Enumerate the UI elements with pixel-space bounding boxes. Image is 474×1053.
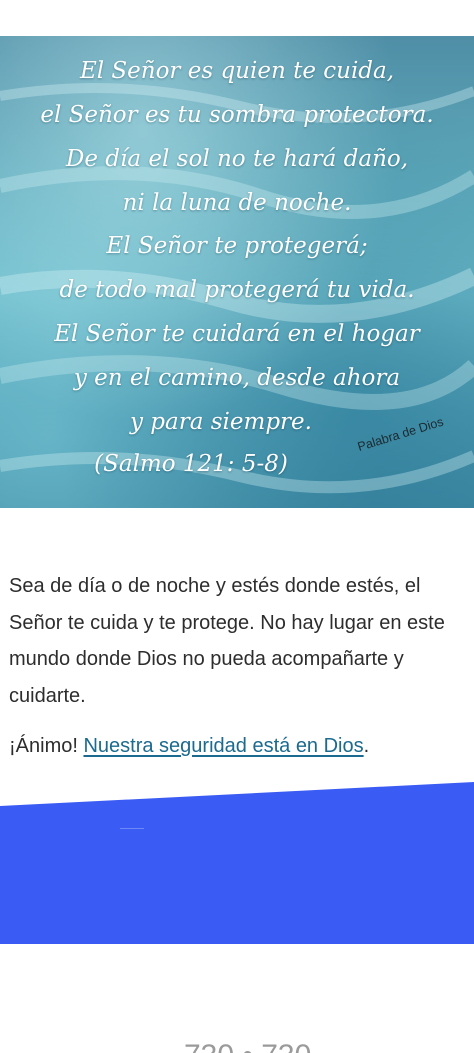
- verse-line-2: el Señor es tu sombra protectora.: [40, 102, 434, 128]
- blue-banner: [0, 782, 474, 944]
- verse-line-4: ni la luna de noche.: [122, 190, 352, 216]
- encouragement-suffix: .: [363, 735, 370, 757]
- verse-reference: (Salmo 121: 5-8): [94, 451, 288, 477]
- page-number-fragment: 730 • 730: [184, 1041, 334, 1053]
- verse-line-3: De día el sol no te hará daño,: [65, 146, 409, 172]
- verse-line-1: El Señor es quien te cuida,: [79, 58, 395, 84]
- verse-line-8: y en el camino, desde ahora: [73, 365, 401, 391]
- encouragement-prefix: ¡Ánimo!: [9, 735, 78, 757]
- security-link[interactable]: Nuestra seguridad está en Dios: [83, 735, 363, 757]
- banner-glint: [120, 828, 144, 829]
- verse-image: El Señor es quien te cuida, el Señor es …: [0, 36, 474, 508]
- verse-line-7: El Señor te cuidará en el hogar: [54, 321, 420, 347]
- article-paragraph: Sea de día o de noche y estés donde esté…: [9, 575, 445, 707]
- verse-line-5: El Señor te protegerá;: [106, 233, 368, 259]
- verse-line-6: de todo mal protegerá tu vida.: [59, 277, 415, 303]
- encouragement-line: ¡Ánimo! Nuestra seguridad está en Dios.: [9, 728, 469, 764]
